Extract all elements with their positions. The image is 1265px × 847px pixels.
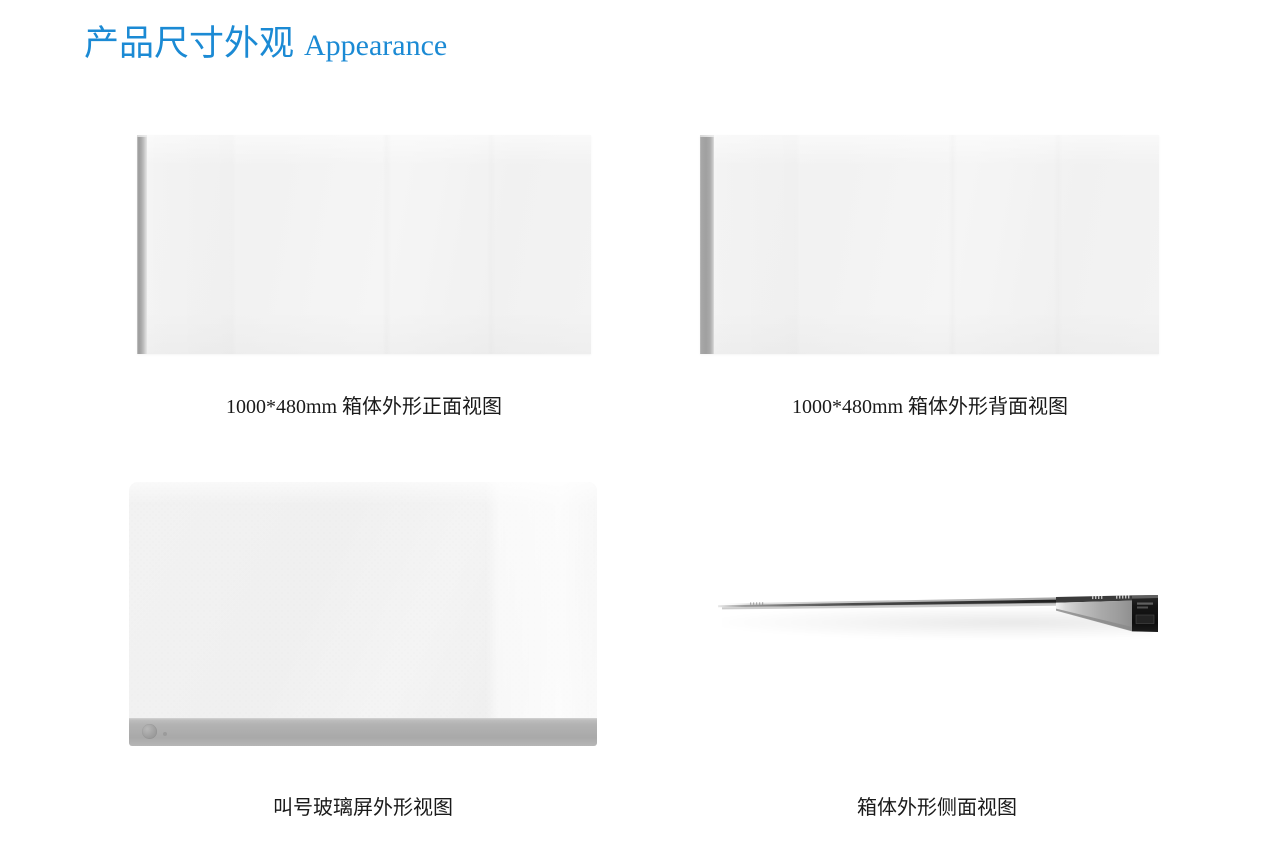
figure-front-view: [137, 135, 591, 354]
glass-sheen-highlight: [129, 482, 597, 718]
status-led-icon: [163, 732, 167, 736]
panel-top-cap: [700, 135, 714, 137]
figure-side-view: [712, 575, 1172, 650]
side-connector-slot: [1137, 602, 1153, 605]
side-end-cap: [1132, 595, 1158, 632]
side-connector-slot: [1137, 606, 1148, 609]
page-title-en: Appearance: [304, 29, 448, 62]
page-title: 产品尺寸外观 Appearance: [84, 22, 447, 68]
caption-back-view: 1000*480mm 箱体外形背面视图: [791, 396, 1069, 418]
panel-left-edge: [700, 135, 714, 354]
glass-dot-texture: [129, 482, 597, 718]
panel-left-edge: [137, 135, 147, 354]
figure-glass-screen: [129, 482, 597, 746]
panel-face: [700, 135, 1159, 354]
figure-back-view: [700, 135, 1159, 354]
power-button-icon: [142, 724, 157, 739]
cabinet-back-panel-icon: [700, 135, 1159, 354]
caption-front-view: 1000*480mm 箱体外形正面视图: [225, 396, 503, 418]
cabinet-front-panel-icon: [137, 135, 591, 354]
glass-call-screen-icon: [129, 482, 597, 746]
glass-screen-base-bar: [129, 718, 597, 746]
side-end-cap-top-edge: [1132, 595, 1158, 599]
caption-glass-screen: 叫号玻璃屏外形视图: [273, 797, 453, 819]
panel-face: [137, 135, 591, 354]
caption-side-view: 箱体外形侧面视图: [857, 797, 1017, 819]
cabinet-side-profile-icon: [712, 575, 1172, 650]
panel-top-cap: [137, 135, 147, 137]
side-profile-drawing: [716, 595, 1158, 632]
side-port-opening: [1135, 614, 1155, 624]
page-title-cn: 产品尺寸外观: [84, 24, 295, 63]
glass-screen-face: [129, 482, 597, 718]
